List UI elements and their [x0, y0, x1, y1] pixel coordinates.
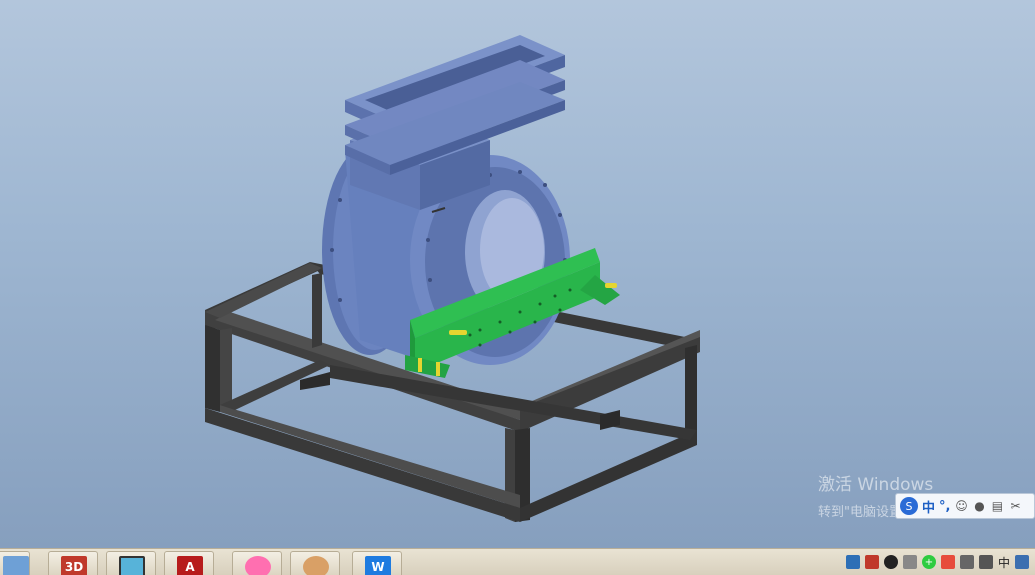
- pin-3: [418, 358, 422, 372]
- keyboard-icon[interactable]: ▤: [990, 499, 1004, 513]
- 3d-icon: 3D: [61, 556, 87, 575]
- pin-4: [436, 362, 440, 376]
- plus-icon[interactable]: +: [921, 555, 936, 569]
- cad-model[interactable]: [0, 0, 1035, 548]
- taskbar: 3D A W + 中: [0, 548, 1035, 575]
- watermark-title: 激活 Windows: [818, 475, 934, 495]
- autocad-icon: A: [177, 556, 203, 575]
- ime-tray-indicator[interactable]: 中: [998, 554, 1010, 571]
- app-tray-icon[interactable]: [864, 555, 879, 569]
- pin-2: [605, 283, 617, 288]
- taskbar-photos[interactable]: [232, 551, 282, 575]
- ime-toolbar[interactable]: S 中 °, ☺ ● ▤ ✂: [895, 493, 1035, 519]
- pin-1: [449, 330, 467, 335]
- ime-mode[interactable]: 中: [922, 497, 935, 516]
- ime-tray-icon[interactable]: [1015, 555, 1029, 569]
- smiley-icon[interactable]: ☺: [954, 499, 968, 513]
- ime-punct[interactable]: °,: [939, 499, 950, 514]
- scissors-icon[interactable]: ✂: [1008, 499, 1022, 513]
- taskbar-explorer[interactable]: [0, 551, 30, 575]
- security-icon[interactable]: [940, 555, 955, 569]
- game-icon: [303, 556, 329, 575]
- taskbar-game[interactable]: [290, 551, 340, 575]
- system-tray: + 中: [845, 549, 1035, 575]
- network-icon[interactable]: [845, 555, 860, 569]
- 3d-viewport[interactable]: 激活 Windows 转到"电脑设置"以激活 Windows。 S 中 °, ☺…: [0, 0, 1035, 548]
- notepad-icon: [119, 556, 145, 575]
- taskbar-wps[interactable]: W: [352, 551, 402, 575]
- signal-icon[interactable]: [959, 555, 974, 569]
- sogou-logo-icon[interactable]: S: [900, 497, 918, 515]
- qq-icon[interactable]: [883, 555, 898, 569]
- photos-icon: [245, 556, 271, 575]
- taskbar-notepad[interactable]: [106, 551, 156, 575]
- explorer-icon: [3, 556, 29, 575]
- volume-icon[interactable]: [978, 555, 993, 569]
- wps-icon: W: [365, 556, 391, 575]
- taskbar-autocad[interactable]: A: [164, 551, 214, 575]
- mic-icon[interactable]: ●: [972, 499, 986, 513]
- gallery-icon[interactable]: [902, 555, 917, 569]
- taskbar-3d[interactable]: 3D: [48, 551, 98, 575]
